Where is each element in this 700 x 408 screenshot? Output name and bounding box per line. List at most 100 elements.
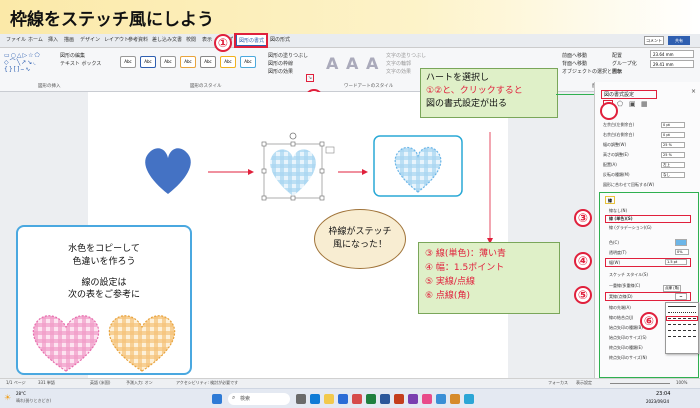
app-icon-2[interactable] (422, 394, 432, 404)
shape-style-7[interactable]: Abc (240, 56, 256, 68)
rotate-with-shape-checkbox[interactable]: 図形に合わせて回転する(W) (603, 182, 654, 188)
dash-type-dropdown[interactable]: ┅ (675, 293, 687, 300)
tab-references[interactable]: 参考資料 (128, 36, 148, 43)
shape-outline-button[interactable]: 図形の枠線 (268, 60, 293, 67)
effects-icon[interactable]: ⬠ (617, 100, 623, 108)
wordart-a-3[interactable]: A (366, 54, 378, 73)
tip-line-2: 色違いを作ろう (72, 257, 136, 267)
width-value[interactable]: 1.5 pt (665, 259, 687, 265)
dash-opt-solid[interactable] (668, 306, 696, 307)
shape-style-3[interactable]: Abc (160, 56, 176, 68)
blue-heart (145, 148, 191, 194)
app-icon-4[interactable] (450, 394, 460, 404)
search-box[interactable]: 検索 (228, 393, 290, 405)
app-icon-3[interactable] (436, 394, 446, 404)
transparency-value[interactable]: 0% (675, 249, 689, 255)
tab-picture-format[interactable]: 図の形式 (270, 36, 290, 43)
focus-button[interactable]: フォーカス (548, 380, 568, 386)
vscode-icon[interactable] (464, 394, 474, 404)
text-effects-button[interactable]: 文字の効果 (386, 68, 411, 75)
rotate-handle (289, 132, 297, 140)
task-view-icon[interactable] (296, 394, 306, 404)
pane-row-1-value[interactable]: 0 pt (661, 122, 685, 128)
transparency-label: 透明度(T) (609, 250, 627, 255)
pane-row-3-value[interactable]: 25 % (661, 142, 685, 148)
align-button[interactable]: 配置 (612, 52, 622, 59)
solid-line-option[interactable]: 線 (単色)(S) (609, 216, 633, 222)
accessibility-status[interactable]: アクセシビリティ: 検討が必要です (176, 380, 238, 386)
dash-opt-round-dot[interactable] (668, 312, 696, 313)
color-picker[interactable] (675, 239, 687, 246)
word-count[interactable]: 331 単語 (38, 380, 55, 386)
page-count[interactable]: 1/1 ページ (6, 380, 26, 386)
edit-shape-button[interactable]: 図形の編集 (60, 52, 85, 59)
shape-style-6[interactable]: Abc (220, 56, 236, 68)
picture-icon[interactable]: ▦ (641, 100, 648, 108)
file-explorer-icon[interactable] (324, 394, 334, 404)
text-fill-button[interactable]: 文字の塗りつぶし (386, 52, 426, 59)
language[interactable]: 英語 (米国) (90, 380, 110, 386)
tab-file[interactable]: ファイル (6, 36, 26, 43)
mail-icon[interactable] (338, 394, 348, 404)
weather-temp[interactable]: 28°C (16, 391, 26, 396)
tab-layout[interactable]: レイアウト (104, 36, 129, 43)
clock-date[interactable]: 2023/09/24 (646, 399, 669, 404)
dash-opt-long-dash[interactable] (668, 336, 696, 337)
wordart-a-1[interactable]: A (326, 54, 338, 73)
start-icon[interactable] (212, 394, 222, 404)
width-field[interactable]: 29.41 mm (650, 60, 694, 68)
line-section-header[interactable]: 線 (605, 196, 615, 204)
gradient-line-option[interactable]: 線 (グラデーション)(G) (609, 225, 652, 231)
step-badge-1: ① (214, 34, 232, 52)
shape-fill-button[interactable]: 図形の塗りつぶし (268, 52, 308, 59)
dash-opt-dash-dot[interactable] (668, 330, 696, 331)
zoom-slider[interactable] (610, 383, 670, 384)
height-field[interactable]: 23.64 mm (650, 50, 694, 58)
rotate-button[interactable]: 回転 (612, 68, 622, 75)
tab-review[interactable]: 校閲 (186, 36, 196, 43)
pane-row-4-value[interactable]: 25 % (661, 152, 685, 158)
dash-opt-dash[interactable] (668, 324, 696, 325)
layout-icon[interactable]: ▣ (629, 100, 636, 108)
app-icon-1[interactable] (352, 394, 362, 404)
pane-row-6-value[interactable]: なし (661, 172, 685, 178)
tab-design[interactable]: デザイン (80, 36, 100, 43)
tab-mailings[interactable]: 差し込み文書 (152, 36, 182, 43)
send-backward-button[interactable]: 背面へ移動 (562, 60, 587, 67)
tab-insert[interactable]: 挿入 (48, 36, 58, 43)
predictive-text[interactable]: 予測入力: オン (126, 380, 153, 386)
dialog-launcher-icon[interactable]: ↘ (306, 74, 314, 82)
share-button[interactable]: 共有 (668, 36, 690, 45)
display-settings[interactable]: 表示設定 (576, 380, 592, 386)
group-button[interactable]: グループ化 (612, 60, 637, 67)
shape-style-1[interactable]: Abc (120, 56, 136, 68)
tip-line-1: 水色をコピーして (68, 244, 140, 254)
clock-time[interactable]: 23:04 (656, 391, 670, 397)
bring-forward-button[interactable]: 前面へ移動 (562, 52, 587, 59)
word-icon[interactable] (380, 394, 390, 404)
weather-desc[interactable]: 晴れ(曇りときどき) (16, 398, 51, 404)
shapes-gallery[interactable]: ▭○△▷☆⬠ ◇⌒╲↗↘◟ {}[]⌢∿ (4, 52, 52, 74)
pane-row-5-value[interactable]: 左上 (661, 162, 685, 168)
tab-view[interactable]: 表示 (202, 36, 212, 43)
edge-icon[interactable] (310, 394, 320, 404)
excel-icon[interactable] (366, 394, 376, 404)
zoom-level[interactable]: 100% (676, 380, 687, 385)
onenote-icon[interactable] (408, 394, 418, 404)
dash-opt-square-dot[interactable] (666, 316, 698, 321)
text-box-button[interactable]: テキスト ボックス (60, 60, 101, 67)
pane-close-icon[interactable]: × (691, 88, 696, 95)
shape-effects-button[interactable]: 図形の効果 (268, 68, 293, 75)
tab-draw[interactable]: 描画 (64, 36, 74, 43)
text-outline-button[interactable]: 文字の輪郭 (386, 60, 411, 67)
powerpoint-icon[interactable] (394, 394, 404, 404)
wordart-a-2[interactable]: A (346, 54, 358, 73)
shape-style-4[interactable]: Abc (180, 56, 196, 68)
no-line-option[interactable]: 線なし(N) (609, 208, 627, 214)
shape-style-2[interactable]: Abc (140, 56, 156, 68)
weather-icon[interactable]: ☀ (4, 393, 11, 402)
shape-style-5[interactable]: Abc (200, 56, 216, 68)
pane-row-2-value[interactable]: 0 pt (661, 132, 685, 138)
comment-button[interactable]: コメント (644, 36, 664, 45)
tab-home[interactable]: ホーム (28, 36, 43, 43)
